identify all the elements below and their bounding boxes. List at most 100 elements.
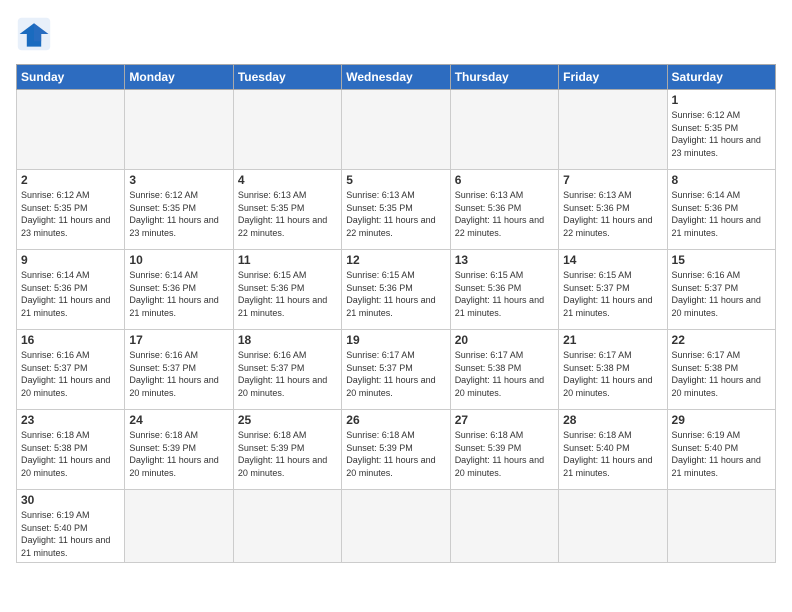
day-number: 9: [21, 253, 120, 267]
day-number: 12: [346, 253, 445, 267]
calendar-week-row: 16 Sunrise: 6:16 AMSunset: 5:37 PMDayligh…: [17, 330, 776, 410]
day-number: 8: [672, 173, 771, 187]
day-info: Sunrise: 6:12 AMSunset: 5:35 PMDaylight:…: [672, 109, 771, 159]
calendar-header-row: SundayMondayTuesdayWednesdayThursdayFrid…: [17, 65, 776, 90]
calendar-cell: 12 Sunrise: 6:15 AMSunset: 5:36 PMDayligh…: [342, 250, 450, 330]
page-header: [16, 16, 776, 52]
day-header-sunday: Sunday: [17, 65, 125, 90]
day-header-monday: Monday: [125, 65, 233, 90]
calendar-cell: 30 Sunrise: 6:19 AMSunset: 5:40 PMDayligh…: [17, 490, 125, 563]
calendar-cell: [233, 490, 341, 563]
day-info: Sunrise: 6:17 AMSunset: 5:38 PMDaylight:…: [563, 349, 662, 399]
calendar-cell: [559, 90, 667, 170]
day-number: 11: [238, 253, 337, 267]
day-info: Sunrise: 6:18 AMSunset: 5:39 PMDaylight:…: [129, 429, 228, 479]
day-info: Sunrise: 6:18 AMSunset: 5:39 PMDaylight:…: [455, 429, 554, 479]
calendar-cell: 1 Sunrise: 6:12 AMSunset: 5:35 PMDaylight…: [667, 90, 775, 170]
calendar-cell: 10 Sunrise: 6:14 AMSunset: 5:36 PMDayligh…: [125, 250, 233, 330]
day-number: 23: [21, 413, 120, 427]
calendar-cell: 15 Sunrise: 6:16 AMSunset: 5:37 PMDayligh…: [667, 250, 775, 330]
calendar-cell: 5 Sunrise: 6:13 AMSunset: 5:35 PMDaylight…: [342, 170, 450, 250]
calendar-cell: 8 Sunrise: 6:14 AMSunset: 5:36 PMDaylight…: [667, 170, 775, 250]
day-number: 17: [129, 333, 228, 347]
calendar-week-row: 2 Sunrise: 6:12 AMSunset: 5:35 PMDaylight…: [17, 170, 776, 250]
day-number: 30: [21, 493, 120, 507]
day-info: Sunrise: 6:18 AMSunset: 5:40 PMDaylight:…: [563, 429, 662, 479]
calendar-cell: 27Sunrise: 6:18 AMSunset: 5:39 PMDayligh…: [450, 410, 558, 490]
day-info: Sunrise: 6:16 AMSunset: 5:37 PMDaylight:…: [129, 349, 228, 399]
day-info: Sunrise: 6:14 AMSunset: 5:36 PMDaylight:…: [672, 189, 771, 239]
day-header-saturday: Saturday: [667, 65, 775, 90]
calendar-cell: 23 Sunrise: 6:18 AMSunset: 5:38 PMDayligh…: [17, 410, 125, 490]
calendar-table: SundayMondayTuesdayWednesdayThursdayFrid…: [16, 64, 776, 563]
calendar-cell: [667, 490, 775, 563]
day-info: Sunrise: 6:14 AMSunset: 5:36 PMDaylight:…: [21, 269, 120, 319]
day-number: 24: [129, 413, 228, 427]
day-info: Sunrise: 6:18 AMSunset: 5:39 PMDaylight:…: [346, 429, 445, 479]
calendar-cell: [450, 90, 558, 170]
calendar-cell: 26Sunrise: 6:18 AMSunset: 5:39 PMDayligh…: [342, 410, 450, 490]
calendar-week-row: 30 Sunrise: 6:19 AMSunset: 5:40 PMDayligh…: [17, 490, 776, 563]
day-info: Sunrise: 6:17 AMSunset: 5:38 PMDaylight:…: [455, 349, 554, 399]
day-header-thursday: Thursday: [450, 65, 558, 90]
day-number: 10: [129, 253, 228, 267]
day-info: Sunrise: 6:15 AMSunset: 5:36 PMDaylight:…: [346, 269, 445, 319]
day-info: Sunrise: 6:18 AMSunset: 5:38 PMDaylight:…: [21, 429, 120, 479]
day-info: Sunrise: 6:16 AMSunset: 5:37 PMDaylight:…: [672, 269, 771, 319]
day-number: 22: [672, 333, 771, 347]
calendar-cell: [125, 90, 233, 170]
logo: [16, 16, 58, 52]
day-number: 6: [455, 173, 554, 187]
calendar-cell: 19 Sunrise: 6:17 AMSunset: 5:37 PMDayligh…: [342, 330, 450, 410]
day-info: Sunrise: 6:18 AMSunset: 5:39 PMDaylight:…: [238, 429, 337, 479]
calendar-cell: 9 Sunrise: 6:14 AMSunset: 5:36 PMDaylight…: [17, 250, 125, 330]
calendar-cell: 2 Sunrise: 6:12 AMSunset: 5:35 PMDaylight…: [17, 170, 125, 250]
calendar-cell: [342, 90, 450, 170]
day-info: Sunrise: 6:19 AMSunset: 5:40 PMDaylight:…: [21, 509, 120, 559]
day-info: Sunrise: 6:12 AMSunset: 5:35 PMDaylight:…: [21, 189, 120, 239]
calendar-cell: 18Sunrise: 6:16 AMSunset: 5:37 PMDayligh…: [233, 330, 341, 410]
day-info: Sunrise: 6:14 AMSunset: 5:36 PMDaylight:…: [129, 269, 228, 319]
calendar-cell: [233, 90, 341, 170]
calendar-cell: 25Sunrise: 6:18 AMSunset: 5:39 PMDayligh…: [233, 410, 341, 490]
day-info: Sunrise: 6:13 AMSunset: 5:35 PMDaylight:…: [346, 189, 445, 239]
day-info: Sunrise: 6:17 AMSunset: 5:37 PMDaylight:…: [346, 349, 445, 399]
calendar-cell: 17 Sunrise: 6:16 AMSunset: 5:37 PMDayligh…: [125, 330, 233, 410]
day-number: 18: [238, 333, 337, 347]
calendar-cell: 14Sunrise: 6:15 AMSunset: 5:37 PMDayligh…: [559, 250, 667, 330]
calendar-cell: 29Sunrise: 6:19 AMSunset: 5:40 PMDayligh…: [667, 410, 775, 490]
day-info: Sunrise: 6:16 AMSunset: 5:37 PMDaylight:…: [21, 349, 120, 399]
calendar-cell: 28 Sunrise: 6:18 AMSunset: 5:40 PMDayligh…: [559, 410, 667, 490]
calendar-cell: 21 Sunrise: 6:17 AMSunset: 5:38 PMDayligh…: [559, 330, 667, 410]
calendar-week-row: 23 Sunrise: 6:18 AMSunset: 5:38 PMDayligh…: [17, 410, 776, 490]
day-number: 14: [563, 253, 662, 267]
day-number: 19: [346, 333, 445, 347]
day-number: 29: [672, 413, 771, 427]
day-header-wednesday: Wednesday: [342, 65, 450, 90]
calendar-cell: 24 Sunrise: 6:18 AMSunset: 5:39 PMDayligh…: [125, 410, 233, 490]
day-info: Sunrise: 6:12 AMSunset: 5:35 PMDaylight:…: [129, 189, 228, 239]
day-number: 15: [672, 253, 771, 267]
day-number: 16: [21, 333, 120, 347]
day-info: Sunrise: 6:15 AMSunset: 5:36 PMDaylight:…: [455, 269, 554, 319]
calendar-cell: 13 Sunrise: 6:15 AMSunset: 5:36 PMDayligh…: [450, 250, 558, 330]
calendar-cell: 11 Sunrise: 6:15 AMSunset: 5:36 PMDayligh…: [233, 250, 341, 330]
calendar-cell: [342, 490, 450, 563]
day-header-tuesday: Tuesday: [233, 65, 341, 90]
calendar-cell: 6 Sunrise: 6:13 AMSunset: 5:36 PMDaylight…: [450, 170, 558, 250]
calendar-cell: 7Sunrise: 6:13 AMSunset: 5:36 PMDaylight…: [559, 170, 667, 250]
calendar-week-row: 1 Sunrise: 6:12 AMSunset: 5:35 PMDaylight…: [17, 90, 776, 170]
day-number: 5: [346, 173, 445, 187]
calendar-cell: 22Sunrise: 6:17 AMSunset: 5:38 PMDayligh…: [667, 330, 775, 410]
day-info: Sunrise: 6:13 AMSunset: 5:35 PMDaylight:…: [238, 189, 337, 239]
day-number: 1: [672, 93, 771, 107]
day-number: 28: [563, 413, 662, 427]
day-number: 13: [455, 253, 554, 267]
day-info: Sunrise: 6:15 AMSunset: 5:36 PMDaylight:…: [238, 269, 337, 319]
day-number: 21: [563, 333, 662, 347]
calendar-cell: [17, 90, 125, 170]
day-number: 3: [129, 173, 228, 187]
day-info: Sunrise: 6:13 AMSunset: 5:36 PMDaylight:…: [455, 189, 554, 239]
day-number: 2: [21, 173, 120, 187]
calendar-cell: [559, 490, 667, 563]
